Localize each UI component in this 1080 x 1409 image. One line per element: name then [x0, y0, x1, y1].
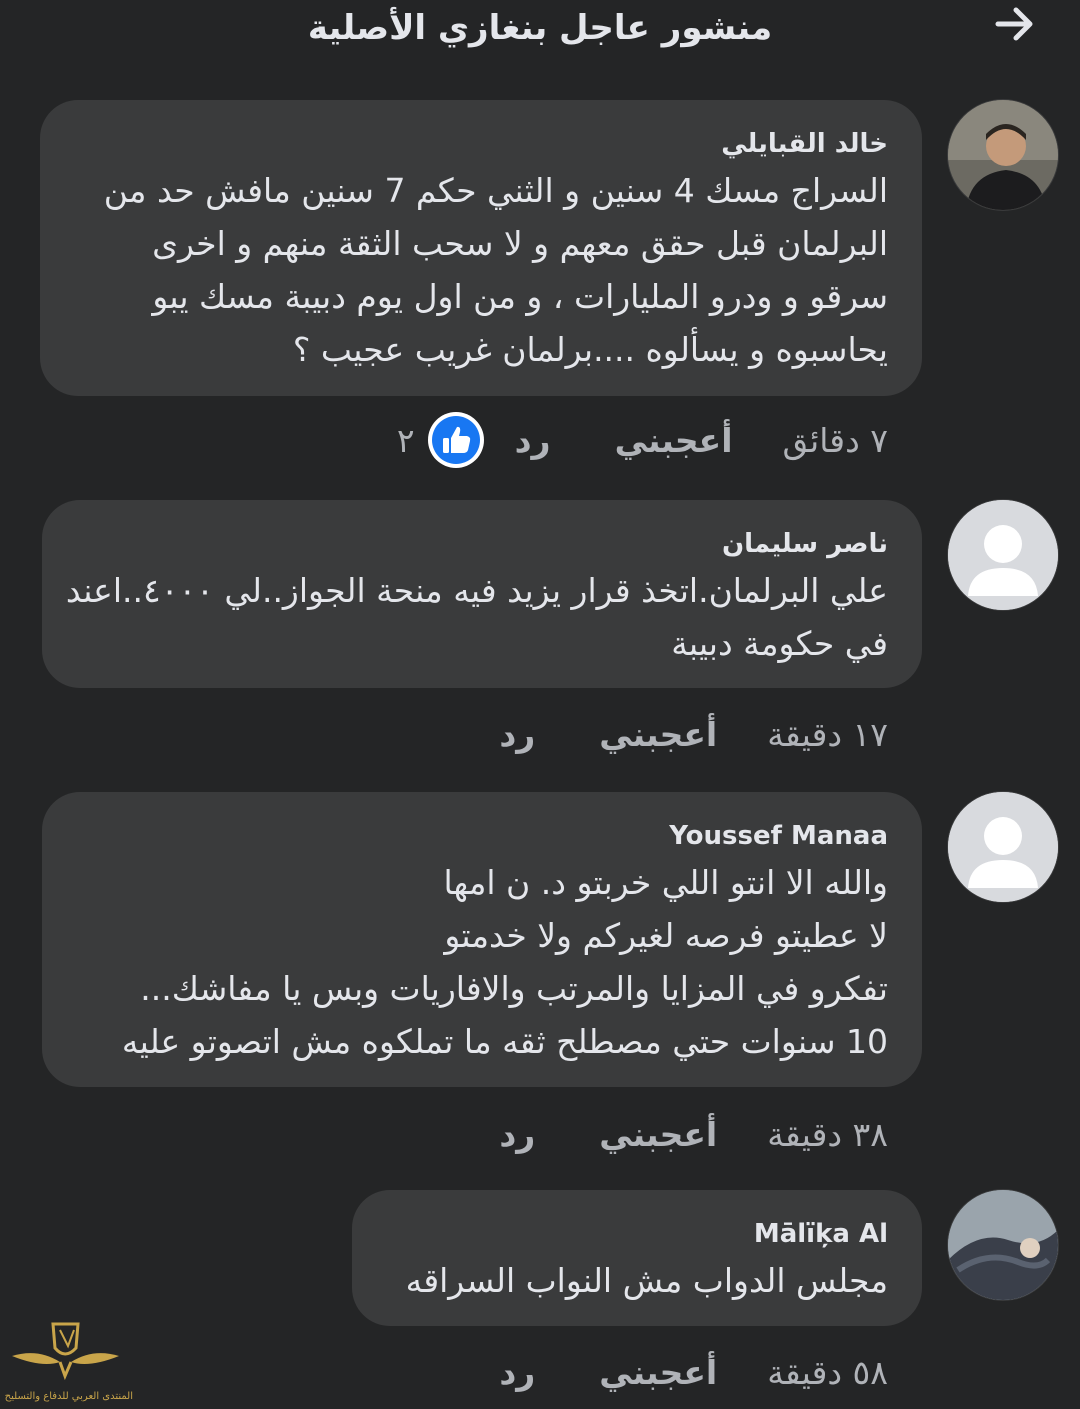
comment-text-line: مجلس الدواب مش النواب السراقه [405, 1261, 888, 1300]
user-photo-icon [948, 1190, 1058, 1300]
comment-time[interactable]: ٥٨ دقيقة [767, 1353, 888, 1392]
comment-time[interactable]: ٧ دقائق [783, 421, 888, 460]
comment-actions: ٧ دقائق أعجبني رد ٢ [397, 410, 888, 470]
like-button[interactable]: أعجبني [599, 1115, 717, 1154]
comment-author[interactable]: خالد القبايلي [70, 128, 888, 160]
like-button[interactable]: أعجبني [615, 421, 733, 460]
comment-text-line: البرلمان قبل حقق معهم و لا سحب الثقة منه… [152, 224, 888, 263]
comments-page: منشور عاجل بنغازي الأصلية خالد القبايلي … [0, 0, 1080, 1409]
user-photo-icon [948, 100, 1058, 210]
thumbs-up-icon [427, 412, 484, 468]
watermark-logo: المنتدى العربي للدفاع والتسليح [5, 1318, 133, 1406]
reaction-summary[interactable]: ٢ [397, 411, 485, 469]
default-avatar-icon [948, 500, 1058, 610]
comment-actions: ١٧ دقيقة أعجبني رد [469, 704, 888, 764]
avatar[interactable] [948, 1190, 1058, 1300]
comment-bubble[interactable]: Youssef Manaa والله الا انتو اللي خربتو … [42, 792, 922, 1087]
comment-text-line: في حكومة دبيبة [671, 624, 888, 663]
comment-bubble[interactable]: خالد القبايلي السراج مسك 4 سنين و الثني … [40, 100, 922, 396]
comment-author[interactable]: Youssef Manaa [72, 820, 888, 852]
header: منشور عاجل بنغازي الأصلية [0, 0, 1080, 70]
comment-text-line: لا عطيتو فرصه لغيركم ولا خدمتو [444, 916, 888, 955]
watermark-text: المنتدى العربي للدفاع والتسليح [4, 1391, 133, 1402]
comment-text-line: سرقو و ودرو المليارات ، و من اول يوم دبي… [152, 277, 888, 316]
avatar[interactable] [948, 100, 1058, 210]
like-button[interactable]: أعجبني [599, 1353, 717, 1392]
comment-text-line: 10 سنوات حتي مصطلح ثقه ما تملكوه مش اتصو… [121, 1022, 888, 1061]
avatar[interactable] [948, 500, 1058, 610]
reply-button[interactable]: رد [499, 1353, 535, 1392]
comment-actions: ٥٨ دقيقة أعجبني رد [469, 1342, 888, 1402]
comment-time[interactable]: ١٧ دقيقة [767, 715, 888, 754]
page-title: منشور عاجل بنغازي الأصلية [307, 8, 773, 48]
reply-button[interactable]: رد [499, 1115, 535, 1154]
comment-time[interactable]: ٣٨ دقيقة [767, 1115, 888, 1154]
comment-bubble[interactable]: ناصر سليمان علي البرلمان.اتخذ قرار يزيد … [42, 500, 922, 688]
comment-author[interactable]: Mālïķa Al [382, 1218, 888, 1250]
comment-text-line: السراج مسك 4 سنين و الثني حكم 7 سنين ماف… [103, 171, 888, 210]
arrow-right-icon[interactable] [990, 2, 1040, 46]
avatar[interactable] [948, 792, 1058, 902]
comment-text-line: علي البرلمان.اتخذ قرار يزيد فيه منحة الج… [65, 571, 888, 610]
comment-bubble[interactable]: Mālïķa Al مجلس الدواب مش النواب السراقه [352, 1190, 922, 1326]
comment-actions: ٣٨ دقيقة أعجبني رد [469, 1104, 888, 1164]
reply-button[interactable]: رد [499, 715, 535, 754]
comment-author[interactable]: ناصر سليمان [72, 528, 888, 560]
comment-text-line: تفكرو في المزايا والمرتب والافاريات وبس … [140, 969, 888, 1008]
like-button[interactable]: أعجبني [599, 715, 717, 754]
reply-button[interactable]: رد [515, 421, 551, 460]
comment-text-line: يحاسبوه و يسألوه ....برلمان غريب عجيب ؟ [292, 330, 888, 369]
reaction-count: ٢ [396, 420, 415, 460]
eagle-shield-icon [12, 1322, 119, 1381]
comment-text-line: والله الا انتو اللي خربتو د. ن امها [443, 863, 888, 902]
default-avatar-icon [948, 792, 1058, 902]
